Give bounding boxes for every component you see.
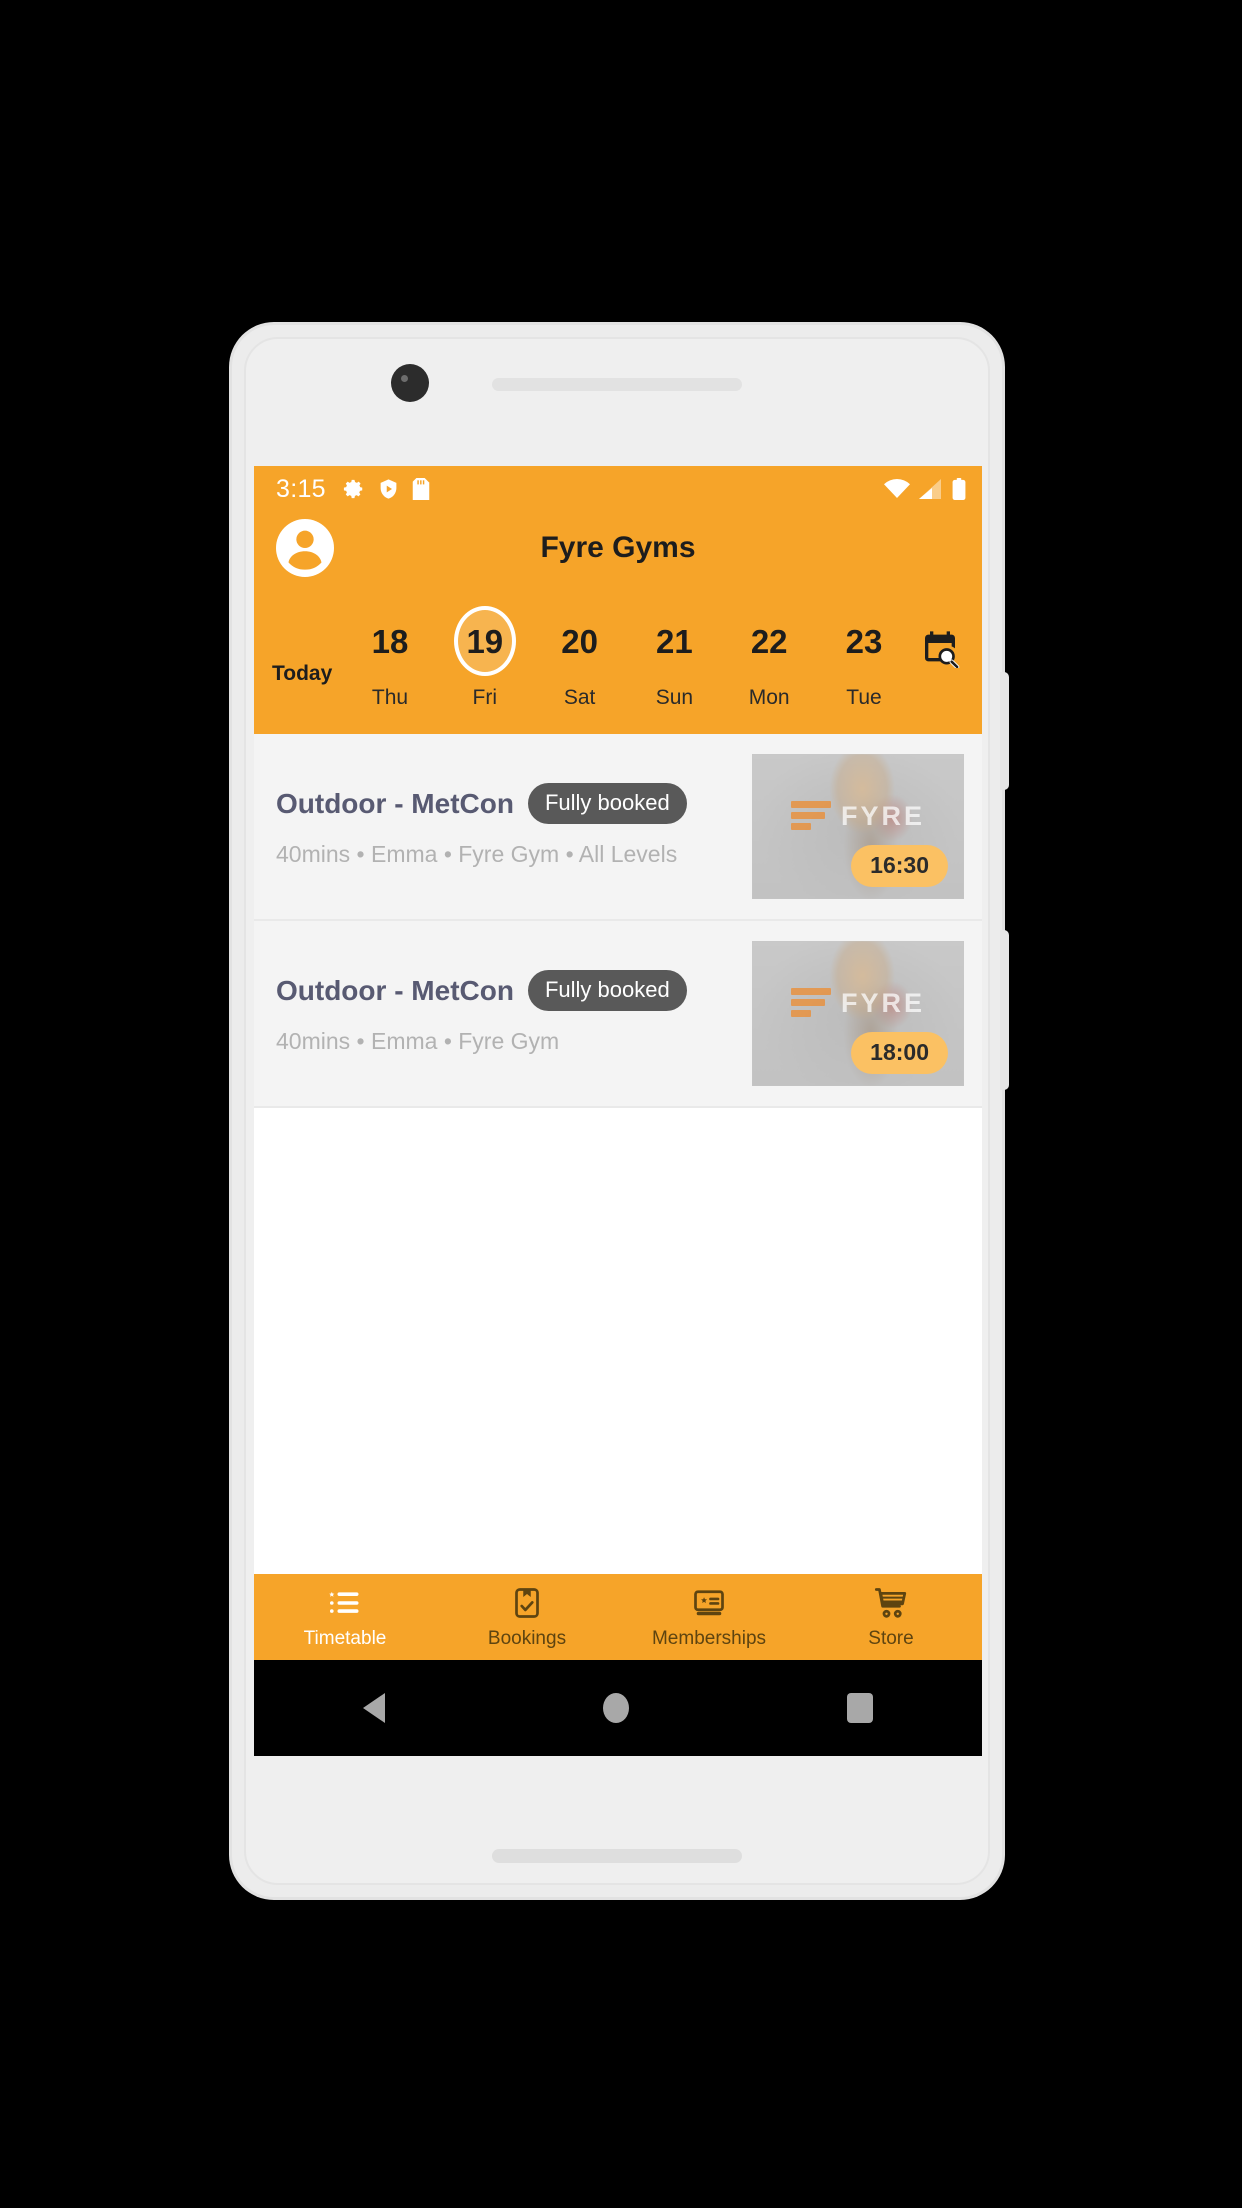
date-cell-21[interactable]: 21 Sun: [634, 584, 714, 710]
fyre-logo-text: FYRE: [840, 987, 925, 1018]
date-number-circle: 21: [643, 606, 705, 676]
cell-signal-icon: [919, 479, 943, 499]
class-list: Outdoor - MetCon Fully booked 40mins • E…: [254, 734, 982, 1108]
date-number-circle: 22: [738, 606, 800, 676]
fyre-logo-mark-icon: [790, 985, 833, 1021]
fyre-logo: FYRE: [752, 985, 964, 1021]
date-number: 23: [845, 622, 883, 660]
recents-square-icon[interactable]: [847, 1693, 873, 1723]
nav-item-timetable[interactable]: Timetable: [254, 1585, 436, 1650]
date-list: 18 Thu 19 Fri 20 Sat 21 Sun 22 Mon 23 Tu…: [350, 584, 912, 710]
fyre-logo-text: FYRE: [840, 800, 925, 831]
class-title-row: Outdoor - MetCon Fully booked: [276, 970, 740, 1012]
volume-button[interactable]: [1000, 930, 1009, 1090]
class-thumbnail[interactable]: FYRE 16:30: [752, 754, 964, 899]
date-weekday: Fri: [472, 686, 498, 709]
today-label[interactable]: Today: [272, 662, 350, 686]
class-card[interactable]: Outdoor - MetCon Fully booked 40mins • E…: [254, 734, 982, 921]
date-number: 22: [750, 622, 788, 660]
status-bar-left-icons: [343, 478, 884, 500]
nav-item-memberships[interactable]: Memberships: [618, 1585, 800, 1650]
class-info: Outdoor - MetCon Fully booked 40mins • E…: [276, 970, 752, 1056]
date-weekday: Sun: [655, 686, 694, 709]
gear-icon: [343, 478, 365, 500]
earpiece-speaker: [492, 378, 742, 391]
home-circle-icon[interactable]: [603, 1693, 629, 1723]
avatar[interactable]: [276, 519, 334, 577]
date-cell-22[interactable]: 22 Mon: [729, 584, 809, 710]
class-info: Outdoor - MetCon Fully booked 40mins • E…: [276, 783, 752, 869]
class-time-badge: 18:00: [851, 1032, 948, 1074]
bottom-speaker: [492, 1849, 742, 1863]
date-number-circle-selected: 19: [453, 606, 516, 676]
app-bar: Fyre Gyms: [254, 512, 982, 584]
power-button[interactable]: [1000, 672, 1009, 790]
front-camera-icon: [391, 364, 429, 402]
page-title: Fyre Gyms: [540, 531, 696, 564]
date-number-circle: 18: [359, 606, 421, 676]
date-number: 20: [561, 622, 598, 660]
shopping-cart-icon: [874, 1587, 907, 1618]
status-bar: 3:15: [254, 466, 982, 512]
battery-icon: [952, 478, 966, 500]
date-cell-18[interactable]: 18 Thu: [350, 584, 430, 710]
fyre-logo: FYRE: [752, 798, 964, 834]
calendar-search-button[interactable]: [912, 628, 968, 668]
date-cell-20[interactable]: 20 Sat: [540, 584, 620, 710]
person-avatar-icon: [288, 530, 322, 570]
class-thumbnail[interactable]: FYRE 18:00: [752, 941, 964, 1086]
back-triangle-icon[interactable]: [363, 1693, 385, 1723]
fyre-logo-mark-icon: [790, 798, 833, 834]
class-time-badge: 16:30: [851, 845, 948, 887]
app-screen: 3:15 Fyre Gyms Today 18 Thu 19 Fri 20 Sa…: [254, 466, 982, 1756]
date-weekday: Sat: [563, 686, 596, 709]
date-number: 21: [656, 622, 693, 660]
android-system-nav: [254, 1660, 982, 1756]
date-strip: Today 18 Thu 19 Fri 20 Sat 21 Sun 22 Mon…: [254, 584, 982, 734]
date-number: 19: [466, 622, 504, 660]
sd-card-icon: [412, 478, 430, 500]
class-meta: 40mins • Emma • Fyre Gym • All Levels: [276, 841, 678, 868]
class-title: Outdoor - MetCon: [276, 974, 514, 1006]
class-title: Outdoor - MetCon: [276, 787, 514, 819]
bottom-navigation: Timetable Bookings Memberships Store: [254, 1574, 982, 1660]
date-cell-23[interactable]: 23 Tue: [824, 584, 904, 710]
class-card[interactable]: Outdoor - MetCon Fully booked 40mins • E…: [254, 921, 982, 1108]
status-bar-clock: 3:15: [276, 474, 326, 503]
status-badge: Fully booked: [527, 970, 687, 1012]
shield-play-icon: [378, 478, 399, 500]
membership-card-icon: [694, 1589, 724, 1615]
nav-item-store[interactable]: Store: [800, 1585, 982, 1650]
nav-label: Memberships: [651, 1627, 767, 1649]
status-badge: Fully booked: [527, 783, 687, 825]
wifi-icon: [884, 479, 910, 499]
date-weekday: Tue: [846, 686, 882, 709]
clipboard-check-icon: [515, 1587, 539, 1618]
nav-label: Bookings: [487, 1627, 567, 1649]
date-number-circle: 23: [833, 606, 895, 676]
nav-label: Store: [868, 1627, 914, 1649]
date-weekday: Thu: [371, 686, 409, 709]
status-bar-right-icons: [884, 478, 966, 500]
list-star-icon: [329, 1591, 359, 1613]
date-number: 18: [371, 622, 409, 660]
calendar-search-icon: [925, 631, 960, 668]
class-meta: 40mins • Emma • Fyre Gym: [276, 1028, 560, 1055]
nav-item-bookings[interactable]: Bookings: [436, 1585, 618, 1650]
class-title-row: Outdoor - MetCon Fully booked: [276, 783, 740, 825]
nav-label: Timetable: [303, 1627, 387, 1649]
date-weekday: Mon: [748, 686, 790, 709]
date-number-circle: 20: [549, 606, 611, 676]
date-cell-19[interactable]: 19 Fri: [445, 584, 525, 710]
